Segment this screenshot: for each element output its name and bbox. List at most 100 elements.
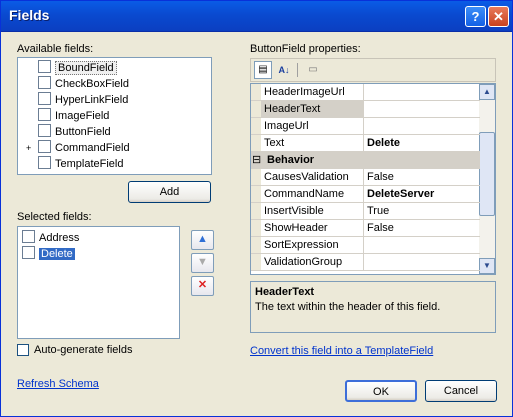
property-name: SortExpression [264,239,339,251]
row-gutter [251,135,261,151]
property-grid-scrollbar[interactable]: ▲ ▼ [479,84,495,274]
scroll-up-icon[interactable]: ▲ [479,84,495,100]
selected-field-item[interactable]: Address [22,230,79,246]
available-field-item[interactable]: HyperLinkField [26,92,128,108]
bound-field-icon [38,60,51,73]
property-pages-button[interactable]: ▭ [304,61,322,79]
property-value[interactable]: True [367,205,389,217]
categorized-icon: ▤ [258,64,268,75]
available-field-item[interactable]: CheckBoxField [26,76,129,92]
add-button[interactable]: Add [128,181,211,203]
property-description: HeaderText The text within the header of… [250,281,496,333]
available-field-item[interactable]: BoundField [26,60,117,76]
window-title: Fields [9,7,50,23]
arrow-down-icon: ▼ [197,256,208,268]
remove-field-button[interactable]: ✕ [191,276,214,296]
column-divider [363,101,364,117]
auto-generate-checkbox[interactable] [17,344,29,356]
collapse-icon[interactable]: ⊟ [252,153,261,166]
property-row[interactable]: CausesValidation False [251,169,480,186]
property-row[interactable]: InsertVisible True [251,203,480,220]
checkbox-field-icon [38,76,51,89]
property-value[interactable]: False [367,222,394,234]
arrow-up-icon: ▲ [197,233,208,245]
close-button[interactable]: ✕ [488,6,509,27]
available-field-item[interactable]: + CommandField [26,140,130,156]
button-field-icon [22,246,35,259]
toolbar-divider [297,63,298,77]
properties-label: ButtonField properties: [250,43,361,55]
property-name: InsertVisible [264,205,324,217]
column-divider [363,135,364,151]
available-fields-label: Available fields: [17,43,94,55]
available-field-label: ImageField [55,110,110,122]
auto-generate-label: Auto-generate fields [34,344,133,356]
column-divider [363,169,364,185]
command-field-icon [38,140,51,153]
property-value[interactable]: Delete [367,137,400,149]
scroll-thumb[interactable] [479,132,495,216]
expander-icon[interactable]: + [26,140,38,156]
category-name: Behavior [267,154,315,166]
available-field-item[interactable]: ImageField [26,108,109,124]
available-fields-tree[interactable]: BoundField CheckBoxField HyperLinkField Ima… [17,57,212,175]
property-row[interactable]: HeaderImageUrl [251,84,480,101]
scroll-down-icon[interactable]: ▼ [479,258,495,274]
convert-to-template-link[interactable]: Convert this field into a TemplateField [250,345,433,357]
available-field-label: BoundField [55,61,117,75]
property-row[interactable]: ImageUrl [251,118,480,135]
property-row[interactable]: CommandName DeleteServer [251,186,480,203]
move-down-button[interactable]: ▼ [191,253,214,273]
property-value[interactable]: DeleteServer [367,188,434,200]
property-name: CommandName [264,188,345,200]
property-name: ImageUrl [264,120,309,132]
available-field-label: CheckBoxField [55,78,129,90]
row-gutter [251,84,261,100]
selected-field-label: Delete [39,248,75,260]
button-field-icon [38,124,51,137]
help-button[interactable]: ? [465,6,486,27]
property-category[interactable]: ⊟ Behavior [251,152,480,169]
property-name: ShowHeader [264,222,328,234]
available-field-item[interactable]: ButtonField [26,124,111,140]
column-divider [363,254,364,270]
move-up-button[interactable]: ▲ [191,230,214,250]
row-gutter [251,101,261,117]
column-divider [363,220,364,236]
row-gutter [251,169,261,185]
property-value[interactable]: False [367,171,394,183]
row-gutter [251,186,261,202]
property-row[interactable]: SortExpression [251,237,480,254]
property-row[interactable]: ValidationGroup [251,254,480,271]
selected-field-item[interactable]: Delete [22,246,75,262]
column-divider [363,203,364,219]
alphabetical-button[interactable]: A↓ [275,61,293,79]
property-row[interactable]: ShowHeader False [251,220,480,237]
categorized-button[interactable]: ▤ [254,61,272,79]
fields-dialog: Fields ? ✕ Available fields: BoundField C… [0,0,513,417]
refresh-schema-link[interactable]: Refresh Schema [17,378,99,390]
description-text: The text within the header of this field… [255,301,441,313]
available-field-label: HyperLinkField [55,94,129,106]
image-field-icon [38,108,51,121]
property-pages-icon: ▭ [308,64,318,75]
row-gutter [251,237,261,253]
available-field-item[interactable]: TemplateField [26,156,123,172]
selected-field-label: Address [39,232,80,244]
ok-button-label: OK [373,386,389,398]
row-gutter [251,220,261,236]
ok-button[interactable]: OK [345,380,417,402]
title-bar[interactable]: Fields ? ✕ [1,1,512,32]
property-row[interactable]: Text Delete [251,135,480,152]
property-name: Text [264,137,285,149]
column-divider [363,237,364,253]
property-name: HeaderText [264,103,321,115]
column-divider [363,118,364,134]
property-grid[interactable]: ▲ ▼ HeaderImageUrl HeaderText ImageUrl Text… [250,83,496,275]
template-field-icon [38,156,51,169]
selected-fields-list[interactable]: Address Delete [17,226,180,339]
cancel-button[interactable]: Cancel [425,380,497,402]
sort-az-icon: A↓ [278,65,290,75]
property-row[interactable]: HeaderText [251,101,480,118]
available-field-label: TemplateField [55,158,124,170]
